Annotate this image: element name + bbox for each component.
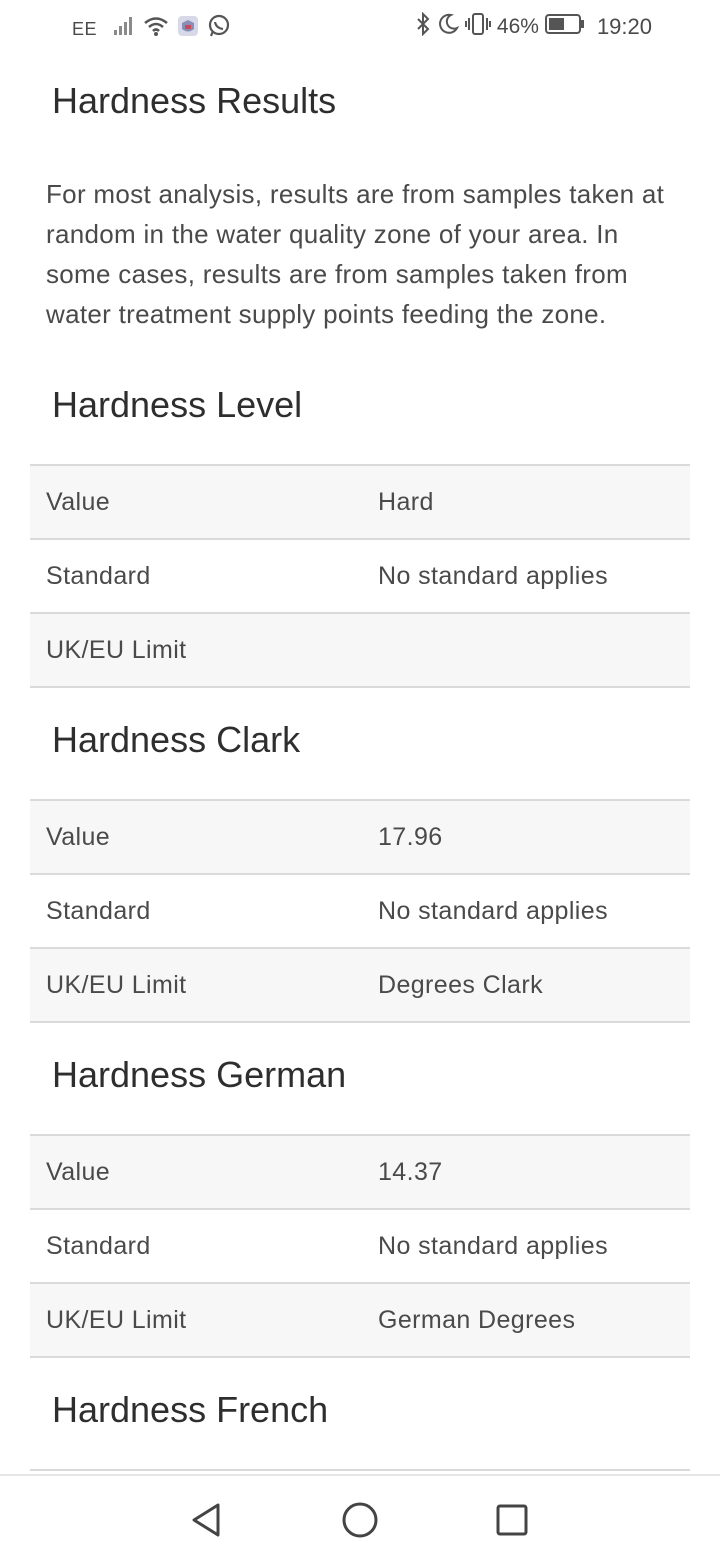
carrier-label: EE	[72, 18, 98, 39]
intro-text: For most analysis, results are from samp…	[46, 179, 665, 329]
page-title: Hardness Results	[52, 80, 337, 121]
hardness-clark-table: Value 17.96 Standard No standard applies…	[30, 799, 690, 1023]
section-title-hardness-clark: Hardness Clark	[52, 719, 301, 760]
row-label: UK/EU Limit	[30, 612, 362, 688]
battery-icon	[544, 13, 585, 41]
row-value: 14.37	[362, 1134, 690, 1209]
signal-icon	[113, 16, 135, 42]
table-row: Standard No standard applies	[30, 873, 690, 948]
battery-percent: 46%	[496, 15, 539, 38]
hardness-level-table: Value Hard Standard No standard applies …	[30, 464, 690, 688]
row-value: No standard applies	[362, 1208, 690, 1283]
status-left: EE	[72, 14, 231, 44]
hardness-german-table: Value 14.37 Standard No standard applies…	[30, 1134, 690, 1358]
row-label: Value	[30, 464, 362, 539]
app-notification-icon	[177, 15, 199, 43]
home-icon[interactable]	[340, 1500, 380, 1540]
table-row: Value 17.96	[30, 799, 690, 874]
navigation-bar	[0, 1474, 720, 1560]
clock: 19:20	[596, 14, 652, 39]
row-label: UK/EU Limit	[30, 947, 362, 1023]
wifi-icon	[143, 15, 169, 43]
row-value: 17.96	[362, 799, 690, 874]
section-title-hardness-french: Hardness French	[52, 1389, 329, 1430]
status-bar: EE 46% 19:20	[0, 0, 720, 56]
row-label: Standard	[30, 873, 362, 948]
row-label: Value	[30, 799, 362, 874]
row-value: German Degrees	[362, 1282, 690, 1358]
status-right: 46% 19:20	[415, 11, 652, 42]
row-label: Standard	[30, 1208, 362, 1283]
table-row: UK/EU Limit German Degrees	[30, 1282, 690, 1358]
table-row: UK/EU Limit	[30, 612, 690, 688]
bluetooth-icon	[415, 11, 431, 42]
whatsapp-icon	[207, 14, 231, 44]
row-label: Value	[30, 1134, 362, 1209]
table-row: Value 14.37	[30, 1134, 690, 1209]
back-icon[interactable]	[186, 1500, 226, 1540]
vibrate-icon	[464, 12, 491, 42]
row-label: Standard	[30, 538, 362, 613]
recents-icon[interactable]	[492, 1500, 532, 1540]
table-row: Standard No standard applies	[30, 538, 690, 613]
section-title-hardness-german: Hardness German	[52, 1054, 347, 1095]
row-value: No standard applies	[362, 538, 690, 613]
do-not-disturb-icon	[437, 13, 460, 41]
row-label: UK/EU Limit	[30, 1282, 362, 1358]
table-row: Value Hard	[30, 464, 690, 539]
table-row: UK/EU Limit Degrees Clark	[30, 947, 690, 1023]
row-value: Degrees Clark	[362, 947, 690, 1023]
table-divider	[30, 1469, 690, 1471]
section-title-hardness-level: Hardness Level	[52, 384, 303, 425]
table-row: Standard No standard applies	[30, 1208, 690, 1283]
row-value	[362, 612, 690, 688]
row-value: Hard	[362, 464, 690, 539]
screen: EE 46% 19:20 Hardness Results For most a…	[0, 0, 720, 1560]
row-value: No standard applies	[362, 873, 690, 948]
